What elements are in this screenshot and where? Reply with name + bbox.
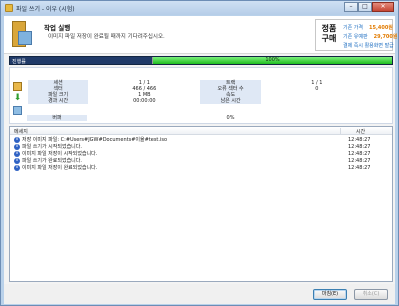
log-entry[interactable]: i 파일 쓰기가 완료되었습니다. 12:48:27 <box>10 158 392 165</box>
log-col-message[interactable]: 메세지 <box>14 128 28 135</box>
promo-note: 결제 즉시 활용화면 발급 <box>343 43 394 49</box>
header-title: 작업 실행 <box>44 24 71 32</box>
log-entry[interactable]: i 이미지 파일 저장이 시작되었습니다. 12:48:27 <box>10 151 392 158</box>
side-icons: ⬇ <box>13 82 23 118</box>
dialog-footer: 마침(E) 취소(C) <box>4 284 395 304</box>
log-list[interactable]: 메세지 시간 i 저장 이미지 파일: C:#Users#JGW#Document… <box>9 126 393 282</box>
progress-bar-row: 진행률 100% <box>9 56 393 65</box>
buffer-label: 버퍼 <box>27 115 87 121</box>
minimize-button[interactable]: – <box>344 2 358 12</box>
close-button[interactable]: ✕ <box>372 2 394 12</box>
progress-label: 진행률 <box>12 59 26 65</box>
log-message: 이미지 파일 저장이 시작되었습니다. <box>22 151 98 157</box>
cancel-button[interactable]: 취소(C) <box>354 289 388 300</box>
info-icon: i <box>14 137 20 143</box>
app-window: 파일 쓰기 - 이우 (시험) – □ ✕ 작업 실행 이미지 파일 저장이 완… <box>0 0 399 306</box>
finish-button[interactable]: 마침(E) <box>313 289 347 300</box>
promo-price-line: 기존 가격 15,400원 <box>343 25 393 31</box>
info-icon: i <box>14 151 20 157</box>
log-message: 파일 쓰기가 완료되었습니다. <box>22 158 82 164</box>
stat-value: 00:00:00 <box>133 98 156 104</box>
maximize-button[interactable]: □ <box>358 2 372 12</box>
log-time: 12:48:27 <box>348 158 371 164</box>
log-message: 이미지 파일 저장이 완료되었습니다. <box>22 165 98 171</box>
log-rows: i 저장 이미지 파일: C:#Users#JGW#Documents#이율#te… <box>10 137 392 172</box>
log-entry[interactable]: i 파일 쓰기가 시작되었습니다. 12:48:27 <box>10 144 392 151</box>
stats-row: 경과 시간 00:00:00 남은 시간 <box>28 98 373 104</box>
title-bar[interactable]: 파일 쓰기 - 이우 (시험) – □ ✕ <box>1 1 398 15</box>
stats-table: 세션 1 / 1 트랙 1 / 1 섹터 466 / 466 오류 섹터 수 0 파일 크기 1 … <box>28 80 373 104</box>
info-icon: i <box>14 158 20 164</box>
buffer-value: 0% <box>226 115 235 121</box>
log-time: 12:48:27 <box>348 144 371 150</box>
down-arrow-icon: ⬇ <box>13 93 22 103</box>
app-icon <box>5 4 13 12</box>
info-icon: i <box>14 165 20 171</box>
header-description: 이미지 파일 저장이 완료될 때까지 기다려주십시오. <box>48 34 165 40</box>
dialog-header: 작업 실행 이미지 파일 저장이 완료될 때까지 기다려주십시오. 정품 구매 … <box>4 16 398 54</box>
dialog-client: 작업 실행 이미지 파일 저장이 완료될 때까지 기다려주십시오. 정품 구매 … <box>4 16 398 304</box>
purchase-promo[interactable]: 정품 구매 기존 가격 15,400원 기존 유예판 29,700원 결제 즉시 활… <box>315 19 398 51</box>
log-time: 12:48:27 <box>348 151 371 157</box>
folder-image-icon <box>12 21 32 47</box>
window-title: 파일 쓰기 - 이우 (시험) <box>16 6 75 13</box>
promo-title: 정품 구매 <box>321 24 337 43</box>
window-controls: – □ ✕ <box>344 2 394 13</box>
log-time: 12:48:27 <box>348 165 371 171</box>
log-entry[interactable]: i 이미지 파일 저장이 완료되었습니다. 12:48:27 <box>10 165 392 172</box>
log-header: 메세지 시간 <box>10 127 392 135</box>
document-icon <box>13 82 22 91</box>
log-message: 파일 쓰기가 시작되었습니다. <box>22 144 82 150</box>
promo-price-line-2: 기존 유예판 29,700원 <box>343 34 398 40</box>
log-time: 12:48:27 <box>348 137 371 143</box>
progress-percent: 100% <box>265 57 280 63</box>
log-message: 저장 이미지 파일: C:#Users#JGW#Documents#이율#tes… <box>22 137 168 143</box>
progress-track: 100% <box>152 57 392 64</box>
image-icon <box>13 106 22 115</box>
stat-value <box>261 98 373 104</box>
log-col-time[interactable]: 시간 <box>340 128 380 135</box>
info-icon: i <box>14 144 20 150</box>
stat-key: 남은 시간 <box>200 98 261 104</box>
stat-key: 경과 시간 <box>28 98 89 104</box>
log-entry[interactable]: i 저장 이미지 파일: C:#Users#JGW#Documents#이율#te… <box>10 137 392 144</box>
